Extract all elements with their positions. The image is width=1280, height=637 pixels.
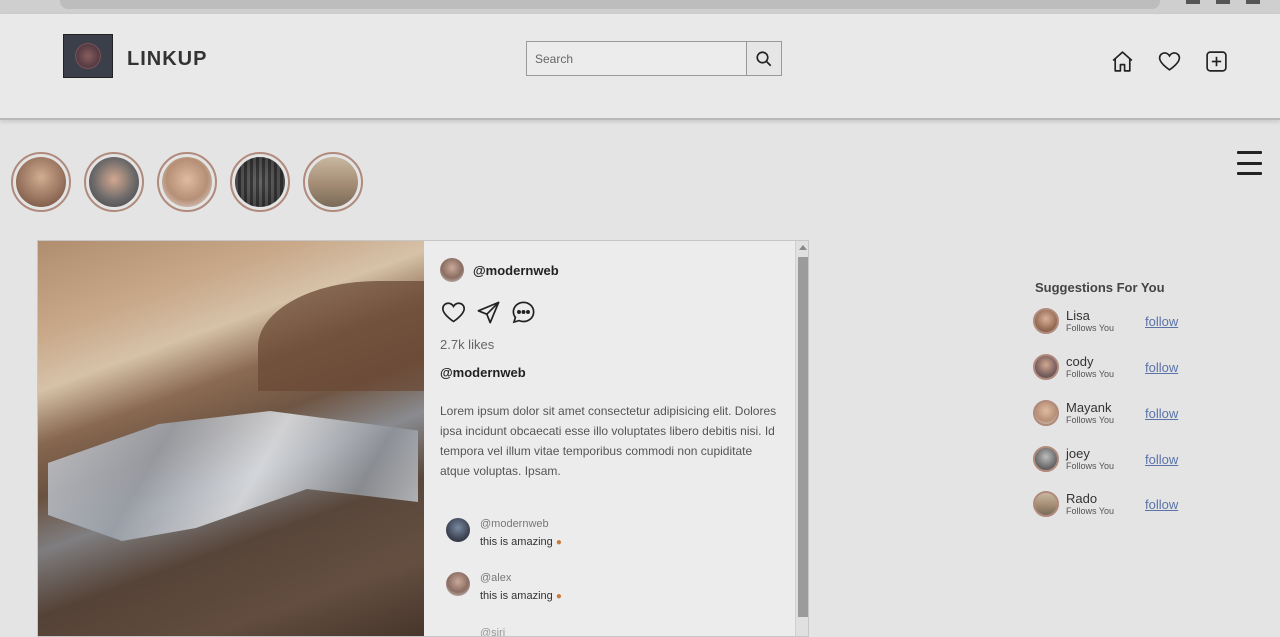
comment-username[interactable]: @alex — [480, 570, 562, 586]
author-avatar — [440, 258, 464, 282]
nav-icons — [1110, 49, 1229, 74]
comment-item: @alex this is amazing ● — [446, 570, 562, 607]
hamburger-menu-icon[interactable] — [1237, 151, 1262, 175]
suggestion-name[interactable]: cody — [1066, 354, 1114, 369]
scroll-up-arrow-icon[interactable] — [799, 245, 807, 250]
logo[interactable] — [63, 34, 113, 78]
comment-username-partial: @siri — [480, 627, 506, 637]
suggestion-item: cody Follows You follow — [1033, 354, 1233, 380]
window-controls — [1186, 0, 1260, 4]
comment-text: this is amazing ● — [480, 590, 562, 602]
image-snow — [48, 411, 418, 541]
like-heart-icon[interactable] — [440, 299, 467, 326]
author-username: @modernweb — [473, 262, 559, 278]
story-1-avatar — [16, 157, 66, 207]
comment-text: this is amazing ● — [480, 536, 562, 548]
story-5-avatar — [308, 157, 358, 207]
suggestions-panel: Suggestions For You Lisa Follows You fol… — [1033, 280, 1233, 517]
comment-avatar — [446, 518, 470, 542]
post-caption: Lorem ipsum dolor sit amet consectetur a… — [440, 404, 777, 478]
story-3-avatar — [162, 157, 212, 207]
suggestion-avatar[interactable] — [1033, 354, 1059, 380]
suggestion-avatar[interactable] — [1033, 446, 1059, 472]
fire-emoji-icon: ● — [555, 537, 562, 548]
caption-username[interactable]: @modernweb — [440, 365, 526, 380]
suggestion-item: joey Follows You follow — [1033, 446, 1233, 472]
suggestion-name[interactable]: joey — [1066, 446, 1114, 461]
suggestion-subtitle: Follows You — [1066, 506, 1115, 516]
story-avatar[interactable] — [84, 152, 144, 212]
follow-link[interactable]: follow — [1145, 360, 1178, 375]
browser-chrome — [0, 0, 1280, 14]
suggestion-name[interactable]: Lisa — [1066, 308, 1114, 323]
suggestions-title: Suggestions For You — [1035, 280, 1165, 295]
story-avatar[interactable] — [303, 152, 363, 212]
brand-name: LINKUP — [127, 48, 208, 70]
story-2-avatar — [89, 157, 139, 207]
home-icon[interactable] — [1110, 49, 1135, 74]
stories-bar — [11, 152, 363, 212]
story-avatar[interactable] — [157, 152, 217, 212]
post-card: @modernweb 2.7k likes @modernweb Lorem i… — [37, 240, 809, 637]
scroll-thumb[interactable] — [798, 257, 808, 617]
suggestion-name[interactable]: Rado — [1066, 491, 1114, 506]
suggestion-item: Rado Follows You follow — [1033, 491, 1233, 517]
comment-avatar — [446, 572, 470, 596]
story-avatar[interactable] — [11, 152, 71, 212]
follow-link[interactable]: follow — [1145, 314, 1178, 329]
search-bar — [526, 41, 782, 76]
post-scrollbar[interactable] — [795, 241, 808, 636]
share-send-icon[interactable] — [475, 299, 502, 326]
search-icon — [756, 50, 772, 66]
follow-link[interactable]: follow — [1145, 406, 1178, 421]
post-image[interactable] — [38, 241, 458, 636]
plus-square-icon[interactable] — [1204, 49, 1229, 74]
suggestion-avatar[interactable] — [1033, 308, 1059, 334]
heart-icon[interactable] — [1157, 49, 1182, 74]
follow-link[interactable]: follow — [1145, 452, 1178, 467]
post-author[interactable]: @modernweb — [440, 258, 559, 282]
suggestion-avatar[interactable] — [1033, 400, 1059, 426]
search-input[interactable] — [527, 42, 746, 75]
fire-emoji-icon: ● — [555, 591, 562, 602]
post-actions — [440, 299, 537, 326]
search-button[interactable] — [746, 42, 781, 75]
suggestion-item: Mayank Follows You follow — [1033, 400, 1233, 426]
top-navbar: LINKUP — [0, 14, 1280, 120]
suggestion-subtitle: Follows You — [1066, 369, 1115, 379]
logo-emblem-icon — [75, 43, 101, 69]
suggestion-name[interactable]: Mayank — [1066, 400, 1114, 415]
suggestion-item: Lisa Follows You follow — [1033, 308, 1233, 334]
story-avatar[interactable] — [230, 152, 290, 212]
suggestion-subtitle: Follows You — [1066, 461, 1115, 471]
suggestion-subtitle: Follows You — [1066, 415, 1115, 425]
suggestion-subtitle: Follows You — [1066, 323, 1115, 333]
suggestion-avatar[interactable] — [1033, 491, 1059, 517]
comment-item: @modernweb this is amazing ● — [446, 516, 562, 553]
like-count: 2.7k likes — [440, 337, 495, 352]
story-4-avatar — [235, 157, 285, 207]
comment-bubble-icon[interactable] — [510, 299, 537, 326]
follow-link[interactable]: follow — [1145, 497, 1178, 512]
post-details: @modernweb 2.7k likes @modernweb Lorem i… — [424, 241, 794, 637]
comment-username[interactable]: @modernweb — [480, 516, 562, 532]
address-bar — [60, 0, 1160, 9]
